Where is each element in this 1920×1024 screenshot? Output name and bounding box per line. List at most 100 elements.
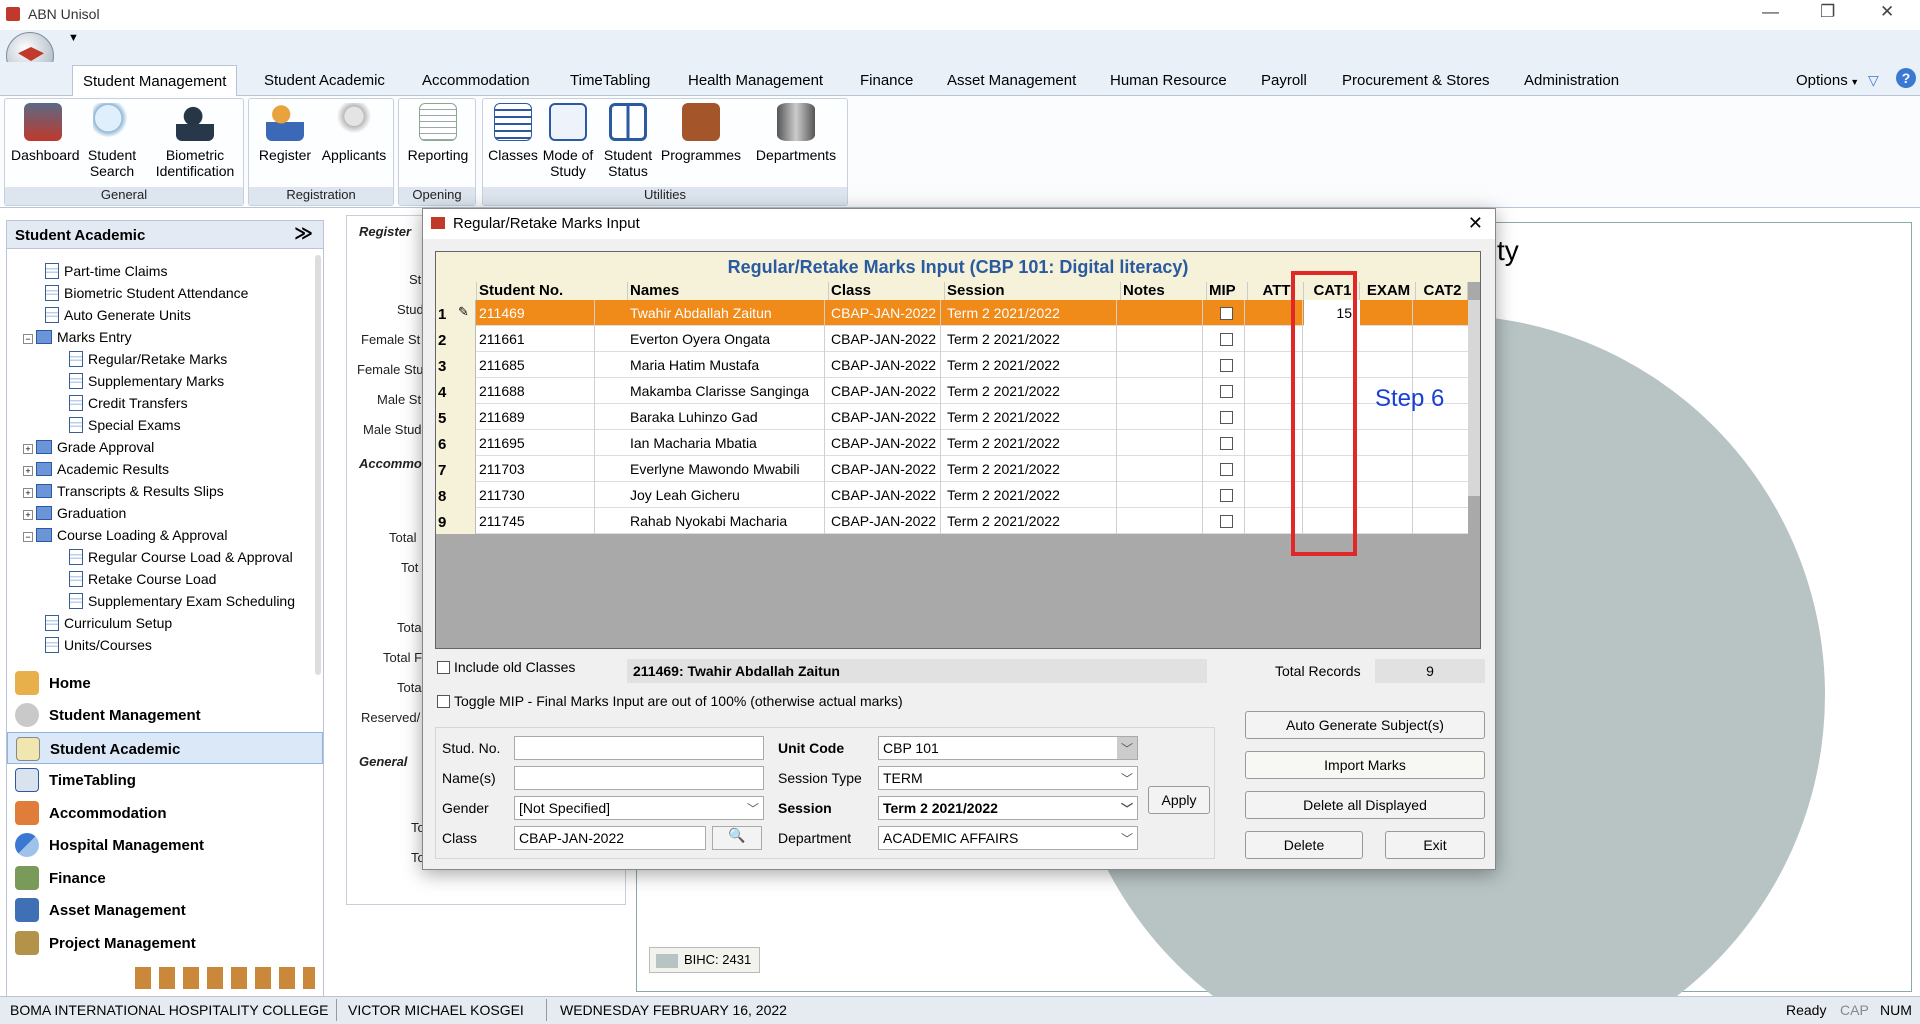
tab-procurement-stores[interactable]: Procurement & Stores — [1332, 68, 1500, 93]
cell-student-no[interactable]: 211695 — [479, 435, 597, 451]
cell-name[interactable]: Ian Macharia Mbatia — [630, 435, 826, 451]
cell-name[interactable]: Rahab Nyokabi Macharia — [630, 513, 826, 529]
cell-student-no[interactable]: 211703 — [479, 461, 597, 477]
cell-class[interactable]: CBAP-JAN-2022 — [831, 409, 943, 425]
cell-session[interactable]: Term 2 2021/2022 — [947, 383, 1119, 399]
mip-checkbox[interactable] — [1220, 359, 1233, 372]
tab-timetabling[interactable]: TimeTabling — [560, 68, 660, 93]
close-icon[interactable]: ✕ — [1880, 2, 1894, 22]
register-button[interactable]: Register — [255, 103, 315, 163]
exit-button[interactable]: Exit — [1385, 831, 1485, 859]
cell-session[interactable]: Term 2 2021/2022 — [947, 331, 1119, 347]
class-search-button[interactable]: 🔍 — [712, 826, 762, 850]
nav-accommodation[interactable]: Accommodation — [7, 797, 323, 829]
col-header-session[interactable]: Session — [945, 282, 1121, 300]
toggle-mip-checkbox[interactable]: Toggle MIP - Final Marks Input are out o… — [437, 693, 903, 709]
tab-payroll[interactable]: Payroll — [1251, 68, 1317, 93]
expand-icon[interactable]: + — [23, 488, 33, 498]
tree-scrollbar[interactable] — [315, 255, 321, 675]
cell-student-no[interactable]: 211661 — [479, 331, 597, 347]
tree-item-marks-entry[interactable]: − Marks Entry — [23, 329, 132, 345]
tree-item-credit-transfers[interactable]: Credit Transfers — [69, 395, 188, 411]
tab-health-management[interactable]: Health Management — [678, 68, 833, 93]
tree-item-grade-approval[interactable]: + Grade Approval — [23, 439, 154, 455]
cell-session[interactable]: Term 2 2021/2022 — [947, 461, 1119, 477]
expand-icon[interactable]: + — [23, 466, 33, 476]
quick-access-dropdown-icon[interactable]: ▼ — [68, 32, 79, 44]
delete-button[interactable]: Delete — [1245, 831, 1363, 859]
cell-student-no[interactable]: 211689 — [479, 409, 597, 425]
cell-class[interactable]: CBAP-JAN-2022 — [831, 305, 943, 321]
cell-student-no[interactable]: 211745 — [479, 513, 597, 529]
nav-student-academic[interactable]: Student Academic — [7, 732, 323, 764]
dashboard-button[interactable]: Dashboard — [11, 103, 80, 163]
tree-item-regular-course-load[interactable]: Regular Course Load & Approval — [69, 549, 293, 565]
collapse-icon[interactable]: − — [23, 532, 33, 542]
cell-class[interactable]: CBAP-JAN-2022 — [831, 461, 943, 477]
applicants-button[interactable]: Applicants — [317, 103, 391, 163]
mip-checkbox[interactable] — [1220, 463, 1233, 476]
cell-name[interactable]: Joy Leah Gicheru — [630, 487, 826, 503]
col-header-mip[interactable]: MIP — [1207, 282, 1248, 300]
tree-item-biometric-attendance[interactable]: Biometric Student Attendance — [45, 285, 248, 301]
tree-item-retake-course-load[interactable]: Retake Course Load — [69, 571, 216, 587]
cell-name[interactable]: Twahir Abdallah Zaitun — [630, 305, 826, 321]
expand-icon[interactable]: + — [23, 510, 33, 520]
session-select[interactable]: Term 2 2021/2022 ﹀ — [878, 796, 1138, 820]
names-input[interactable] — [514, 766, 764, 790]
col-header-student-no[interactable]: Student No. — [477, 282, 628, 300]
help-icon[interactable]: ? — [1896, 68, 1916, 88]
cell-class[interactable]: CBAP-JAN-2022 — [831, 357, 943, 373]
tree-item-supplementary-marks[interactable]: Supplementary Marks — [69, 373, 224, 389]
biometric-identification-button[interactable]: Biometric Identification — [151, 103, 239, 179]
tree-item-graduation[interactable]: + Graduation — [23, 505, 126, 521]
tree-item-special-exams[interactable]: Special Exams — [69, 417, 181, 433]
nav-student-management[interactable]: Student Management — [7, 699, 323, 731]
departments-button[interactable]: Departments — [751, 103, 841, 163]
unit-code-select[interactable]: CBP 101 ﹀ — [878, 736, 1138, 760]
cell-student-no[interactable]: 211685 — [479, 357, 597, 373]
student-status-button[interactable]: Student Status — [599, 103, 657, 179]
mip-checkbox[interactable] — [1220, 515, 1233, 528]
stud-no-input[interactable] — [514, 736, 764, 760]
classes-button[interactable]: Classes — [487, 103, 539, 163]
cell-name[interactable]: Makamba Clarisse Sanginga — [630, 383, 826, 399]
cell-session[interactable]: Term 2 2021/2022 — [947, 487, 1119, 503]
collapse-panel-icon[interactable]: ≫ — [294, 223, 313, 244]
tree-item-transcripts[interactable]: + Transcripts & Results Slips — [23, 483, 224, 499]
nav-hospital-management[interactable]: Hospital Management — [7, 829, 323, 861]
apply-button[interactable]: Apply — [1148, 786, 1210, 814]
minimize-icon[interactable]: — — [1762, 2, 1779, 22]
tree-item-regular-retake-marks[interactable]: Regular/Retake Marks — [69, 351, 227, 367]
collapse-icon[interactable]: − — [23, 334, 33, 344]
cell-class[interactable]: CBAP-JAN-2022 — [831, 435, 943, 451]
cell-name[interactable]: Everlyne Mawondo Mwabili — [630, 461, 826, 477]
tree-item-course-loading[interactable]: − Course Loading & Approval — [23, 527, 227, 543]
tree-item-part-time-claims[interactable]: Part-time Claims — [45, 263, 167, 279]
tab-student-management[interactable]: Student Management — [72, 65, 238, 97]
cell-class[interactable]: CBAP-JAN-2022 — [831, 331, 943, 347]
restore-icon[interactable]: ❐ — [1820, 2, 1835, 22]
tab-human-resource[interactable]: Human Resource — [1100, 68, 1237, 93]
nav-project-management[interactable]: Project Management — [7, 927, 323, 959]
tab-finance[interactable]: Finance — [850, 68, 923, 93]
cell-session[interactable]: Term 2 2021/2022 — [947, 357, 1119, 373]
mip-checkbox[interactable] — [1220, 489, 1233, 502]
cell-session[interactable]: Term 2 2021/2022 — [947, 305, 1119, 321]
nav-asset-management[interactable]: Asset Management — [7, 894, 323, 926]
tab-administration[interactable]: Administration — [1514, 68, 1629, 93]
nav-finance[interactable]: Finance — [7, 862, 323, 894]
cell-session[interactable]: Term 2 2021/2022 — [947, 409, 1119, 425]
mip-checkbox[interactable] — [1220, 411, 1233, 424]
tab-accommodation[interactable]: Accommodation — [412, 68, 540, 93]
cell-class[interactable]: CBAP-JAN-2022 — [831, 487, 943, 503]
cell-student-no[interactable]: 211688 — [479, 383, 597, 399]
dialog-close-icon[interactable]: ✕ — [1468, 213, 1483, 234]
tree-item-curriculum-setup[interactable]: Curriculum Setup — [45, 615, 172, 631]
delete-all-displayed-button[interactable]: Delete all Displayed — [1245, 791, 1485, 819]
nav-home[interactable]: Home — [7, 667, 323, 699]
col-header-notes[interactable]: Notes — [1121, 282, 1207, 300]
tree-item-academic-results[interactable]: + Academic Results — [23, 461, 169, 477]
cell-student-no[interactable]: 211730 — [479, 487, 597, 503]
tree-item-auto-generate-units[interactable]: Auto Generate Units — [45, 307, 191, 323]
